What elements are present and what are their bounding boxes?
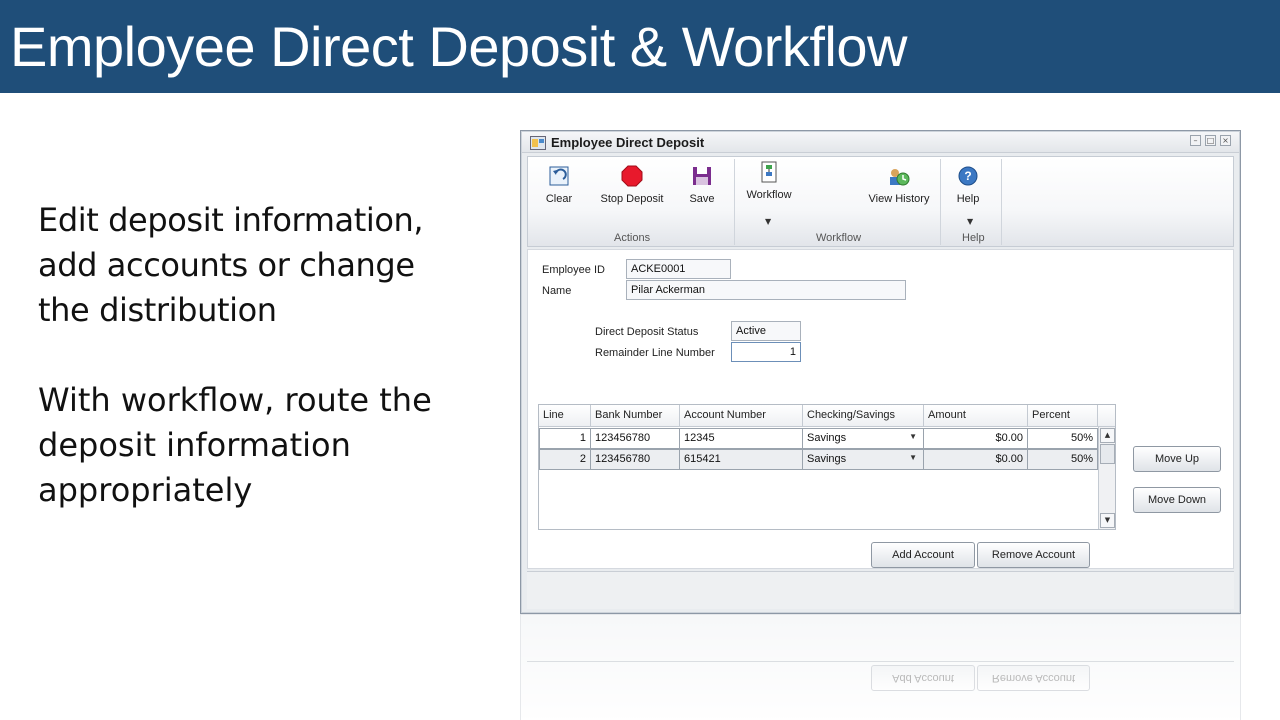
bullet-edit-deposit: Edit deposit information, add accounts o… (38, 201, 424, 329)
account-type-value: Savings (807, 453, 847, 465)
help-label: Help (956, 193, 980, 205)
cell-line[interactable]: 1 (539, 428, 591, 449)
cell-bank-number[interactable]: 123456780 (591, 428, 680, 449)
col-header-account-number[interactable]: Account Number (680, 405, 803, 427)
view-history-button[interactable]: View History (866, 165, 932, 205)
stop-deposit-button[interactable]: Stop Deposit (594, 165, 670, 205)
save-button[interactable]: Save (685, 165, 719, 205)
ribbon-toolbar: Clear Stop Deposit Save Workflow ▼ View … (527, 156, 1234, 247)
deposit-form: Employee ID ACKE0001 Name Pilar Ackerman… (527, 249, 1234, 569)
move-up-button[interactable]: Move Up (1133, 446, 1221, 472)
remainder-line-label: Remainder Line Number (595, 347, 715, 359)
ribbon-group-workflow: Workflow (816, 232, 862, 244)
col-header-percent[interactable]: Percent (1028, 405, 1098, 427)
cell-amount[interactable]: $0.00 (924, 449, 1028, 470)
stop-deposit-label: Stop Deposit (600, 193, 664, 205)
col-header-bank-number[interactable]: Bank Number (591, 405, 680, 427)
direct-deposit-window: Employee Direct Deposit – □ × Clear Stop… (520, 130, 1241, 614)
cell-amount[interactable]: $0.00 (924, 428, 1028, 449)
table-row[interactable]: 2 123456780 615421 Savings ▼ $0.00 50% (539, 449, 1098, 470)
chevron-down-icon[interactable]: ▼ (909, 432, 917, 441)
floppy-disk-icon (693, 167, 711, 185)
save-label: Save (689, 193, 715, 205)
view-history-label: View History (868, 193, 930, 205)
slide-title: Employee Direct Deposit & Workflow (10, 15, 907, 78)
col-header-line[interactable]: Line (539, 405, 591, 427)
cell-account-number[interactable]: 615421 (680, 449, 803, 470)
cell-checking-savings[interactable]: Savings ▼ (803, 449, 924, 470)
workflow-label: Workflow (746, 189, 792, 201)
employee-id-label: Employee ID (542, 264, 605, 276)
workflow-button[interactable]: Workflow (742, 161, 796, 201)
bullet-workflow: With workflow, route the deposit informa… (38, 381, 432, 509)
app-icon (530, 136, 546, 150)
scroll-up-icon[interactable]: ▲ (1100, 428, 1115, 443)
clear-label: Clear (545, 193, 573, 205)
grid-header: Line Bank Number Account Number Checking… (539, 405, 1115, 427)
window-title: Employee Direct Deposit (551, 135, 705, 150)
window-controls: – □ × (1190, 135, 1231, 146)
employee-id-field[interactable]: ACKE0001 (626, 259, 731, 279)
window-reflection: Add Account Remove Account (520, 614, 1241, 720)
name-field[interactable]: Pilar Ackerman (626, 280, 906, 300)
workflow-icon (761, 161, 777, 183)
chevron-down-icon[interactable]: ▼ (909, 453, 917, 462)
maximize-button[interactable]: □ (1205, 135, 1216, 146)
ribbon-separator (940, 159, 941, 245)
help-button[interactable]: ? Help (953, 165, 983, 205)
cell-account-number[interactable]: 12345 (680, 428, 803, 449)
deposit-status-label: Direct Deposit Status (595, 326, 699, 338)
cell-bank-number[interactable]: 123456780 (591, 449, 680, 470)
name-label: Name (542, 285, 572, 297)
reflection-divider (527, 661, 1234, 662)
help-dropdown-arrow[interactable]: ▼ (967, 217, 973, 226)
scroll-thumb[interactable] (1100, 444, 1115, 464)
cell-checking-savings[interactable]: Savings ▼ (803, 428, 924, 449)
remove-account-button-reflection: Remove Account (977, 665, 1090, 691)
help-icon: ? (958, 166, 978, 186)
stop-icon (621, 165, 643, 187)
ribbon-group-help: Help (962, 232, 985, 244)
col-header-checking-savings[interactable]: Checking/Savings (803, 405, 924, 427)
deposit-status-field[interactable]: Active (731, 321, 801, 341)
minimize-button[interactable]: – (1190, 135, 1201, 146)
slide-bullets: Edit deposit information, add accounts o… (38, 198, 458, 558)
reflection-frame: Add Account Remove Account (520, 614, 1241, 720)
accounts-grid: Line Bank Number Account Number Checking… (538, 404, 1116, 530)
account-type-value: Savings (807, 432, 847, 444)
add-account-button-reflection: Add Account (871, 665, 975, 691)
close-button[interactable]: × (1220, 135, 1231, 146)
view-history-icon (890, 169, 910, 186)
remove-account-button[interactable]: Remove Account (977, 542, 1090, 568)
grid-scrollbar[interactable]: ▲ ▼ (1098, 427, 1115, 529)
ribbon-separator (1001, 159, 1002, 245)
remainder-line-field[interactable]: 1 (731, 342, 801, 362)
ribbon-separator (734, 159, 735, 245)
cell-percent[interactable]: 50% (1028, 428, 1098, 449)
move-down-button[interactable]: Move Down (1133, 487, 1221, 513)
scroll-down-icon[interactable]: ▼ (1100, 513, 1115, 528)
table-row[interactable]: 1 123456780 12345 Savings ▼ $0.00 50% (539, 428, 1098, 449)
workflow-dropdown-arrow[interactable]: ▼ (765, 217, 771, 226)
ribbon-group-actions: Actions (614, 232, 651, 244)
svg-text:?: ? (964, 169, 971, 183)
undo-icon (549, 166, 569, 186)
clear-button[interactable]: Clear (542, 165, 576, 205)
window-titlebar: Employee Direct Deposit – □ × (522, 132, 1239, 153)
slide-header: Employee Direct Deposit & Workflow (0, 0, 1280, 93)
cell-percent[interactable]: 50% (1028, 449, 1098, 470)
col-header-amount[interactable]: Amount (924, 405, 1028, 427)
add-account-button[interactable]: Add Account (871, 542, 975, 568)
window-statusbar (527, 571, 1234, 609)
cell-line[interactable]: 2 (539, 449, 591, 470)
